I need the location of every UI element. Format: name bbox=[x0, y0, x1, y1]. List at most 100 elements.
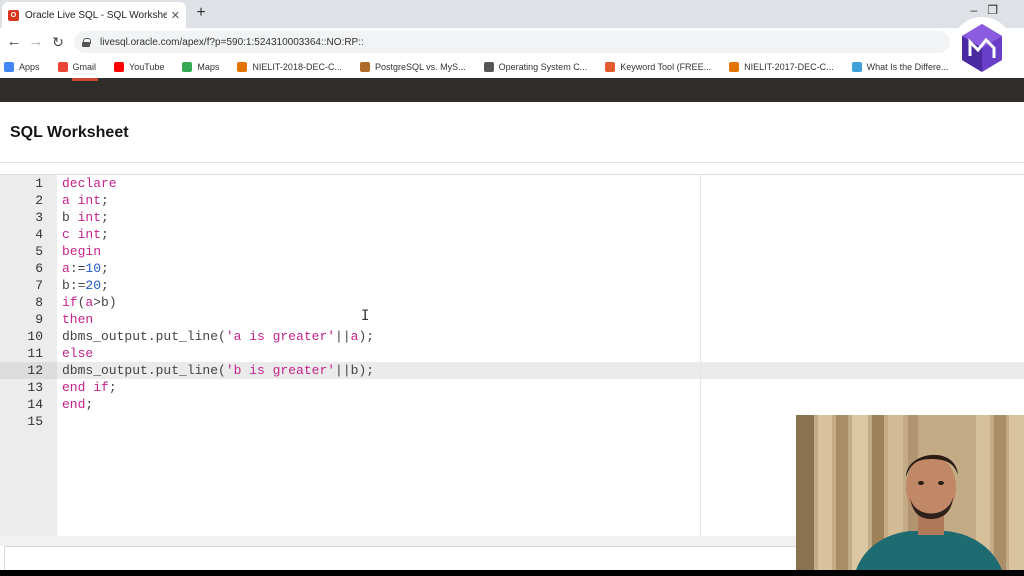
code-line[interactable]: 12 dbms_output.put_line('b is greater'||b… bbox=[0, 362, 700, 379]
line-number: 15 bbox=[27, 414, 43, 429]
bookmark-label: NIELIT-2017-DEC-C... bbox=[744, 62, 834, 72]
bookmark-label: Keyword Tool (FREE... bbox=[620, 62, 712, 72]
line-number: 5 bbox=[35, 244, 43, 259]
apps-grid-icon bbox=[4, 62, 14, 72]
video-bottom-border bbox=[0, 570, 1024, 576]
code-token: ; bbox=[101, 210, 109, 225]
line-number: 2 bbox=[35, 193, 43, 208]
bookmark-label: Apps bbox=[19, 62, 40, 72]
bookmark-favicon-icon bbox=[483, 62, 494, 72]
code-token: 'b is greater' bbox=[225, 363, 336, 378]
bookmark-item[interactable]: Operating System C... bbox=[483, 62, 588, 72]
code-line[interactable]: 11 else bbox=[0, 345, 700, 362]
restore-icon[interactable]: ❐ bbox=[987, 3, 1008, 17]
line-number: 1 bbox=[35, 176, 43, 191]
code-token: int bbox=[77, 227, 102, 242]
line-number: 11 bbox=[27, 346, 43, 361]
code-line[interactable]: 2 a int; bbox=[0, 192, 700, 209]
close-tab-icon[interactable]: ✕ bbox=[171, 9, 180, 22]
browser-tab[interactable]: O Oracle Live SQL - SQL Worksheet ✕ bbox=[2, 2, 186, 28]
code-line[interactable]: 13 end if; bbox=[0, 379, 700, 396]
url-text: livesql.oracle.com/apex/f?p=590:1:524310… bbox=[100, 36, 364, 48]
code-line[interactable]: 9 then bbox=[0, 311, 700, 328]
line-number: 12 bbox=[27, 363, 43, 378]
print-margin bbox=[700, 175, 701, 537]
bookmark-label: PostgreSQL vs. MyS... bbox=[374, 62, 466, 72]
code-text: end; bbox=[62, 396, 93, 413]
code-token: then bbox=[62, 312, 94, 327]
gmail-icon bbox=[57, 62, 68, 72]
bookmark-label: Operating System C... bbox=[498, 62, 588, 72]
code-line[interactable]: 6 a:=10; bbox=[0, 260, 700, 277]
line-number: 7 bbox=[35, 278, 43, 293]
bookmark-favicon-icon bbox=[851, 62, 862, 72]
code-text: if(a>b) bbox=[62, 294, 117, 311]
bookmark-item[interactable]: Keyword Tool (FREE... bbox=[605, 62, 711, 72]
active-nav-indicator bbox=[72, 78, 98, 81]
bookmark-item[interactable]: Gmail bbox=[57, 62, 96, 72]
new-tab-button[interactable]: + bbox=[192, 4, 210, 22]
code-line[interactable]: 1 declare bbox=[0, 175, 700, 192]
bookmark-item[interactable]: NIELIT-2017-DEC-C... bbox=[729, 62, 834, 72]
address-bar[interactable]: livesql.oracle.com/apex/f?p=590:1:524310… bbox=[74, 31, 950, 53]
reload-button[interactable]: ↻ bbox=[48, 32, 68, 52]
bookmark-item[interactable]: Maps bbox=[182, 62, 219, 72]
bookmark-item[interactable]: NIELIT-2018-DEC-C... bbox=[237, 62, 342, 72]
line-number: 8 bbox=[35, 295, 43, 310]
code-token: if bbox=[62, 295, 78, 310]
code-token: a bbox=[62, 193, 78, 208]
bookmark-item[interactable]: YouTube bbox=[114, 62, 164, 72]
code-text: dbms_output.put_line('b is greater'||b); bbox=[62, 362, 374, 379]
browser-toolbar: ← → ↻ livesql.oracle.com/apex/f?p=590:1:… bbox=[0, 28, 1024, 56]
code-line[interactable]: 14 end; bbox=[0, 396, 700, 413]
code-token: begin bbox=[62, 244, 102, 259]
code-line[interactable]: 15 bbox=[0, 413, 700, 430]
code-text: else bbox=[62, 345, 93, 362]
code-token: b bbox=[62, 210, 78, 225]
code-line[interactable]: 4 c int; bbox=[0, 226, 700, 243]
code-line[interactable]: 8 if(a>b) bbox=[0, 294, 700, 311]
minimize-icon[interactable]: – bbox=[971, 3, 988, 17]
forward-button[interactable]: → bbox=[26, 32, 46, 52]
code-text: dbms_output.put_line('a is greater'||a); bbox=[62, 328, 374, 345]
code-token: end if bbox=[62, 380, 109, 395]
window-controls[interactable]: –❐ bbox=[971, 3, 1008, 17]
code-line[interactable]: 5 begin bbox=[0, 243, 700, 260]
code-token: b bbox=[62, 278, 70, 293]
line-number: 14 bbox=[27, 397, 43, 412]
line-number: 9 bbox=[35, 312, 43, 327]
bookmark-item[interactable]: Apps bbox=[4, 62, 40, 72]
oracle-favicon-icon: O bbox=[8, 9, 19, 21]
page-title: SQL Worksheet bbox=[10, 124, 129, 141]
bookmark-item[interactable]: What Is the Differe... bbox=[851, 62, 949, 72]
bookmark-favicon-icon bbox=[605, 62, 616, 72]
code-token: 10 bbox=[85, 261, 102, 276]
bookmark-item[interactable]: PostgreSQL vs. MyS... bbox=[359, 62, 466, 72]
code-line[interactable]: 10 dbms_output.put_line('a is greater'||a… bbox=[0, 328, 700, 345]
code-text: then bbox=[62, 311, 93, 328]
arrow-right-icon: → bbox=[28, 33, 44, 50]
reload-icon: ↻ bbox=[52, 34, 64, 50]
code-token: := bbox=[69, 261, 86, 276]
code-token: 20 bbox=[85, 278, 102, 293]
channel-logo-icon bbox=[951, 17, 1013, 79]
code-token: dbms_output.put_line( bbox=[62, 363, 226, 378]
back-button[interactable]: ← bbox=[4, 32, 24, 52]
code-line[interactable]: 3 b int; bbox=[0, 209, 700, 226]
code-token: int bbox=[77, 193, 102, 208]
code-token: ; bbox=[101, 261, 109, 276]
app-header-bar bbox=[0, 78, 1024, 102]
arrow-left-icon: ← bbox=[6, 33, 22, 50]
line-number: 6 bbox=[35, 261, 43, 276]
code-token: ||b); bbox=[335, 363, 375, 378]
lock-icon bbox=[82, 37, 91, 47]
bookmark-label: What Is the Differe... bbox=[866, 62, 949, 72]
code-text: b int; bbox=[62, 209, 109, 226]
presenter-webcam-video bbox=[796, 415, 1024, 570]
code-token: int bbox=[77, 210, 102, 225]
code-token: || bbox=[335, 329, 351, 344]
line-number: 10 bbox=[27, 329, 43, 344]
code-line[interactable]: 7 b:=20; bbox=[0, 277, 700, 294]
code-token: declare bbox=[62, 176, 117, 191]
code-token: else bbox=[62, 346, 94, 361]
